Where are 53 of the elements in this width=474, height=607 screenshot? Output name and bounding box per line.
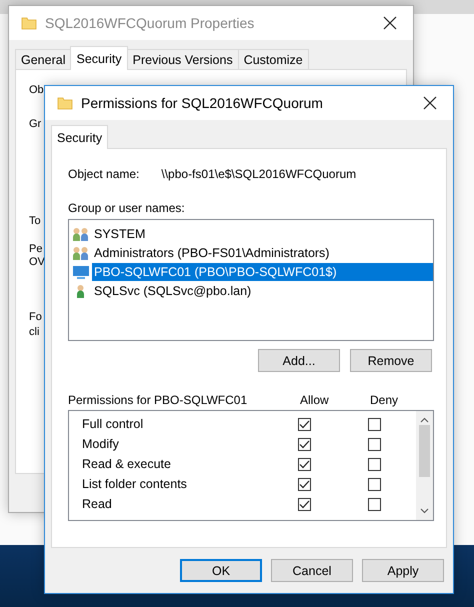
folder-icon xyxy=(21,15,37,31)
list-item[interactable]: Administrators (PBO-FS01\Administrators) xyxy=(92,244,433,262)
checkbox[interactable] xyxy=(298,498,311,510)
label: cli xyxy=(29,326,40,339)
column-header: Allow xyxy=(300,393,330,407)
tab[interactable]: Security xyxy=(70,46,128,70)
checkbox[interactable] xyxy=(368,478,381,490)
label: Fo xyxy=(29,311,42,324)
label: OV xyxy=(29,256,45,269)
window-title: Permissions for SQL2016WFCQuorum xyxy=(81,95,324,111)
label: Gr xyxy=(29,118,42,131)
label: Pe xyxy=(29,243,42,256)
window-title: SQL2016WFCQuorum Properties xyxy=(45,15,256,31)
checkbox[interactable] xyxy=(368,418,381,430)
checkbox[interactable] xyxy=(368,498,381,510)
list-item[interactable]: PBO-SQLWFC01 (PBO\PBO-SQLWFC01$) xyxy=(92,262,433,280)
object-name: \\pbo-fs01\e$\SQL2016WFCQuorum xyxy=(161,167,356,181)
label: Ob xyxy=(29,84,44,97)
computer-icon xyxy=(72,264,90,280)
tab[interactable]: Security xyxy=(51,125,108,149)
permission-name: List folder contents xyxy=(82,477,188,491)
permission-name: Read & execute xyxy=(82,457,172,471)
dialog-button[interactable]: Apply xyxy=(362,559,444,582)
object-name-label: Object name: xyxy=(68,167,140,181)
tab[interactable]: Customize xyxy=(238,49,309,70)
close-icon xyxy=(383,16,397,30)
permission-name: Read xyxy=(82,497,113,511)
folder-icon xyxy=(57,95,73,111)
user-group-icon xyxy=(72,226,90,242)
dialog-button[interactable]: Cancel xyxy=(271,559,353,582)
permissions-label: Permissions for PBO-SQLWFC01 xyxy=(68,393,248,407)
tab[interactable]: General xyxy=(15,49,72,70)
scroll-down-icon xyxy=(420,508,429,514)
checkbox[interactable] xyxy=(298,438,311,450)
scrollbar[interactable] xyxy=(416,411,433,520)
scroll-up-icon xyxy=(420,417,429,423)
list-item[interactable]: SQLSvc (SQLSvc@pbo.lan) xyxy=(92,282,433,300)
list-item[interactable]: SYSTEM xyxy=(92,224,433,242)
column-header: Deny xyxy=(370,393,400,407)
label: To xyxy=(29,215,41,228)
user-group-icon xyxy=(72,244,90,260)
permission-name: Full control xyxy=(82,417,144,431)
checkbox[interactable] xyxy=(368,438,381,450)
permission-name: Modify xyxy=(82,437,120,451)
checkbox[interactable] xyxy=(298,458,311,470)
checkbox[interactable] xyxy=(298,478,311,490)
close-icon xyxy=(423,96,437,110)
action-button[interactable]: Remove xyxy=(350,349,432,372)
checkbox[interactable] xyxy=(368,458,381,470)
dialog-button[interactable]: OK xyxy=(180,559,262,582)
action-button[interactable]: Add... xyxy=(258,349,340,372)
checkbox[interactable] xyxy=(298,418,311,430)
group-label: Group or user names: xyxy=(67,200,186,217)
